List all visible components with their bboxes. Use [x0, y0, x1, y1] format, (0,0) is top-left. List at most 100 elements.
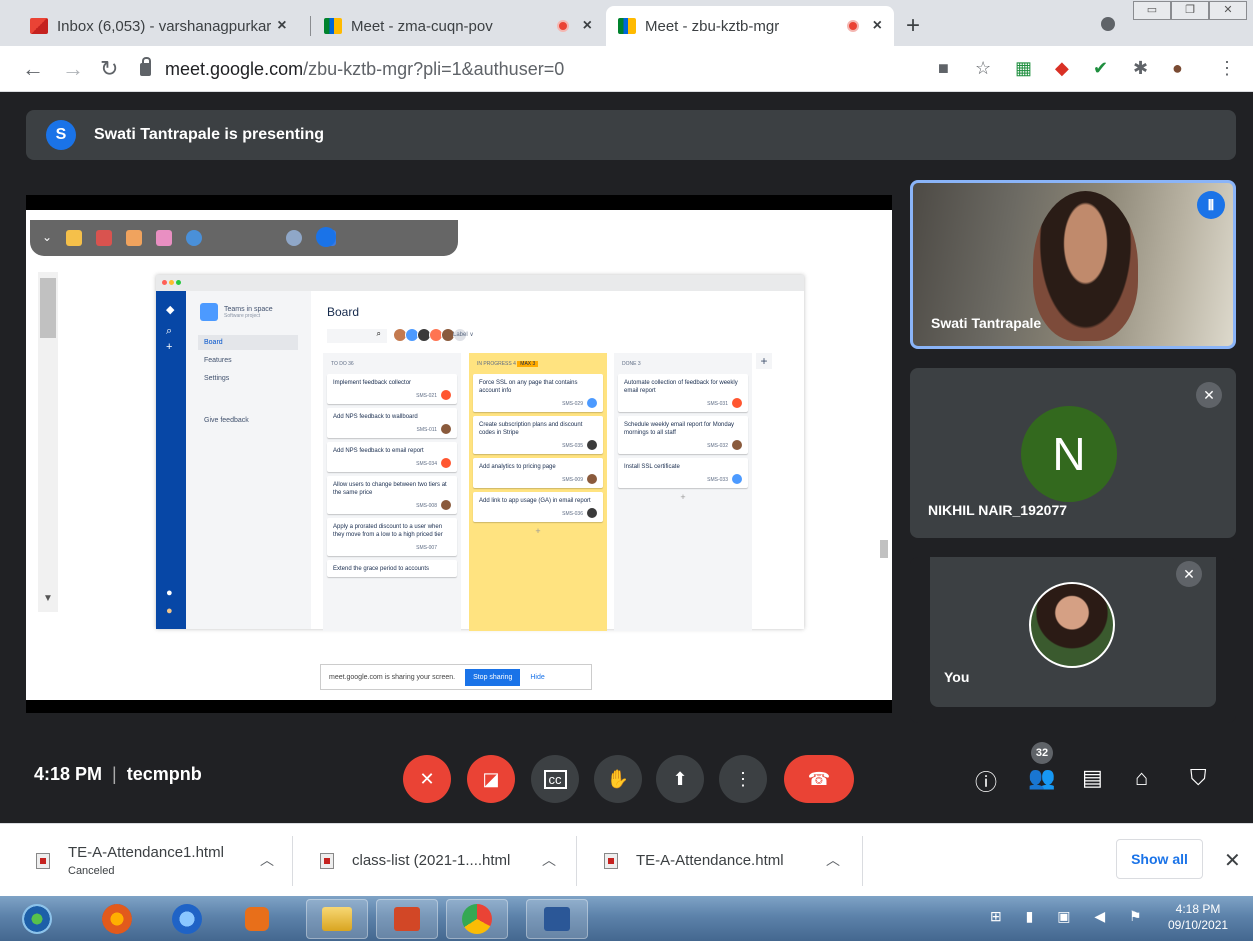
wip-limit-badge: MAX 3	[517, 361, 539, 367]
issue-card: Create subscription plans and discount c…	[473, 416, 603, 454]
close-tab-icon[interactable]: ×	[277, 17, 286, 35]
taskbar-powerpoint[interactable]	[376, 899, 438, 939]
tab-label: Meet - zma-cuqn-pov	[351, 17, 493, 35]
mic-toggle-button[interactable]: ✕	[403, 755, 451, 803]
extensions-puzzle-icon[interactable]: ✱	[1133, 58, 1148, 79]
raise-hand-button[interactable]: ✋	[594, 755, 642, 803]
powerpoint-icon	[394, 907, 420, 931]
nav-item-board: Board	[198, 335, 298, 350]
pen-icon[interactable]	[66, 230, 83, 246]
camera-toggle-button[interactable]: ◪	[467, 755, 515, 803]
close-window-icon[interactable]: ✕	[1209, 1, 1247, 20]
html-file-icon	[36, 852, 50, 869]
taskbar-firefox[interactable]	[86, 899, 148, 939]
jira-global-nav: ◆ ⌕ + ● ●	[156, 291, 186, 629]
label-filter: Label ∨	[453, 332, 474, 338]
close-tab-icon[interactable]: ×	[873, 17, 882, 35]
taskbar-word[interactable]	[526, 899, 588, 939]
project-name: Teams in space	[224, 305, 273, 313]
chevron-up-icon[interactable]: ︿	[260, 850, 274, 870]
issue-card: Schedule weekly email report for Monday …	[618, 416, 748, 454]
forward-icon[interactable]: →	[62, 56, 84, 82]
meet-icon	[618, 18, 636, 34]
shared-scrollbar-right	[880, 272, 890, 652]
url-path: /zbu-kztb-mgr?pli=1&authuser=0	[303, 58, 565, 79]
jira-project-nav: Teams in space Software project Board Fe…	[186, 291, 311, 629]
leave-call-button[interactable]: ☎	[784, 755, 854, 803]
present-button[interactable]: ⬆	[656, 755, 704, 803]
presenting-banner: S Swati Tantrapale is presenting	[26, 110, 1236, 160]
show-all-button[interactable]: Show all	[1116, 839, 1203, 879]
tab-meet-zma[interactable]: Meet - zma-cuqn-pov ×	[312, 6, 604, 46]
extension-grid-icon[interactable]: ▦	[1015, 58, 1032, 79]
issue-card: Add NPS feedback to email report SMS-034	[327, 442, 457, 472]
chevron-up-icon[interactable]: ︿	[826, 850, 840, 870]
host-controls-icon[interactable]: ⛉	[1190, 765, 1207, 791]
taskbar-explorer[interactable]	[306, 899, 368, 939]
restore-icon[interactable]: ❐	[1171, 1, 1209, 20]
extension-check-icon[interactable]: ✔	[1093, 58, 1108, 79]
download-item[interactable]: TE-A-Attendance1.html Canceled ︿	[36, 824, 284, 897]
profile-avatar-icon[interactable]: ●	[1172, 58, 1183, 79]
new-tab-button[interactable]: +	[906, 12, 920, 40]
taskbar-chrome[interactable]	[446, 899, 508, 939]
participant-tile-nikhil[interactable]: ✕ N NIKHIL NAIR_192077	[910, 368, 1236, 538]
profile-dot-icon[interactable]	[1101, 17, 1115, 31]
meet-icon	[324, 18, 342, 34]
column-todo: TO DO 36 Implement feedback collector SMS…	[323, 353, 461, 631]
jira-logo-icon: ◆	[166, 304, 175, 316]
taskbar-ie[interactable]	[156, 899, 218, 939]
column-in-progress: IN PROGRESS 4 MAX 3 Force SSL on any pag…	[469, 353, 607, 631]
camera-in-use-icon[interactable]: ■	[938, 58, 949, 79]
help-icon: ●	[166, 587, 173, 599]
taskbar-media[interactable]	[226, 899, 288, 939]
folder-icon	[322, 907, 352, 931]
highlighter-icon[interactable]	[126, 230, 143, 246]
captions-button[interactable]: cc	[531, 755, 579, 803]
color-picker-icon[interactable]	[186, 230, 203, 246]
presenting-text: Swati Tantrapale is presenting	[94, 126, 324, 143]
extension-red-icon[interactable]: ◆	[1055, 58, 1069, 79]
back-icon[interactable]: ←	[22, 56, 44, 82]
annotation-toolbar: ⌄	[30, 220, 458, 256]
mic-off-icon: ✕	[1196, 382, 1222, 408]
hand-icon: ✋	[606, 768, 630, 789]
annotation-toggle[interactable]	[316, 227, 337, 247]
people-icon[interactable]: 👥	[1028, 765, 1055, 791]
reload-icon[interactable]: ↻	[100, 56, 118, 82]
more-options-button[interactable]: ⋮	[719, 755, 767, 803]
collapse-chevron-icon[interactable]: ⌄	[42, 230, 52, 246]
tab-meet-zbu-active[interactable]: Meet - zbu-kztb-mgr ×	[606, 6, 894, 46]
gmail-icon	[30, 18, 48, 34]
eraser-icon[interactable]	[156, 230, 173, 246]
download-item[interactable]: TE-A-Attendance.html ︿	[604, 824, 854, 897]
meeting-code: tecmpnb	[126, 764, 202, 784]
tab-gmail-inbox[interactable]: Inbox (6,053) - varshanagpurkar ×	[18, 6, 310, 46]
start-button[interactable]	[6, 899, 68, 939]
project-sub: Software project	[224, 312, 261, 319]
system-tray[interactable]: ⊞ ▮ ▣ ◀ ⚑	[990, 908, 1152, 925]
mic-off-icon: ✕	[1176, 561, 1202, 587]
issue-card: Extend the grace period to accounts	[327, 560, 457, 577]
chevron-up-icon[interactable]: ︿	[542, 850, 556, 870]
activities-icon[interactable]: ⌂	[1135, 765, 1148, 791]
bookmark-star-icon[interactable]: ☆	[975, 58, 991, 79]
trash-icon[interactable]	[96, 230, 113, 246]
system-clock[interactable]: 4:18 PM 09/10/2021	[1168, 901, 1228, 933]
shared-scrollbar: ▼	[38, 272, 58, 612]
close-shelf-icon[interactable]: ✕	[1224, 848, 1241, 873]
settings-gear-icon[interactable]	[286, 230, 303, 246]
participant-tile-presenter[interactable]: ⦀ Swati Tantrapale	[910, 180, 1236, 349]
chat-icon[interactable]: ▤	[1082, 765, 1103, 791]
download-item[interactable]: class-list (2021-1....html ︿	[320, 824, 566, 897]
issue-card: Install SSL certificate SMS-033	[618, 458, 748, 488]
browser-menu-icon[interactable]: ⋮	[1218, 58, 1236, 79]
participant-name: You	[944, 669, 970, 685]
minimize-icon[interactable]: ▭	[1133, 1, 1171, 20]
close-tab-icon[interactable]: ×	[583, 17, 592, 35]
participant-tile-self[interactable]: ✕ You	[910, 557, 1236, 723]
shared-screen-content: ⌄ ▼ ◆ ⌕ + ● ● Teams in space Software pr…	[26, 210, 892, 700]
meeting-info-icon[interactable]: ⓘ	[975, 765, 997, 797]
address-bar[interactable]: meet.google.com/zbu-kztb-mgr?pli=1&authu…	[140, 52, 920, 86]
jira-board: Board ⌕ Label ∨ TO DO 36 Implement feedb…	[311, 291, 804, 631]
